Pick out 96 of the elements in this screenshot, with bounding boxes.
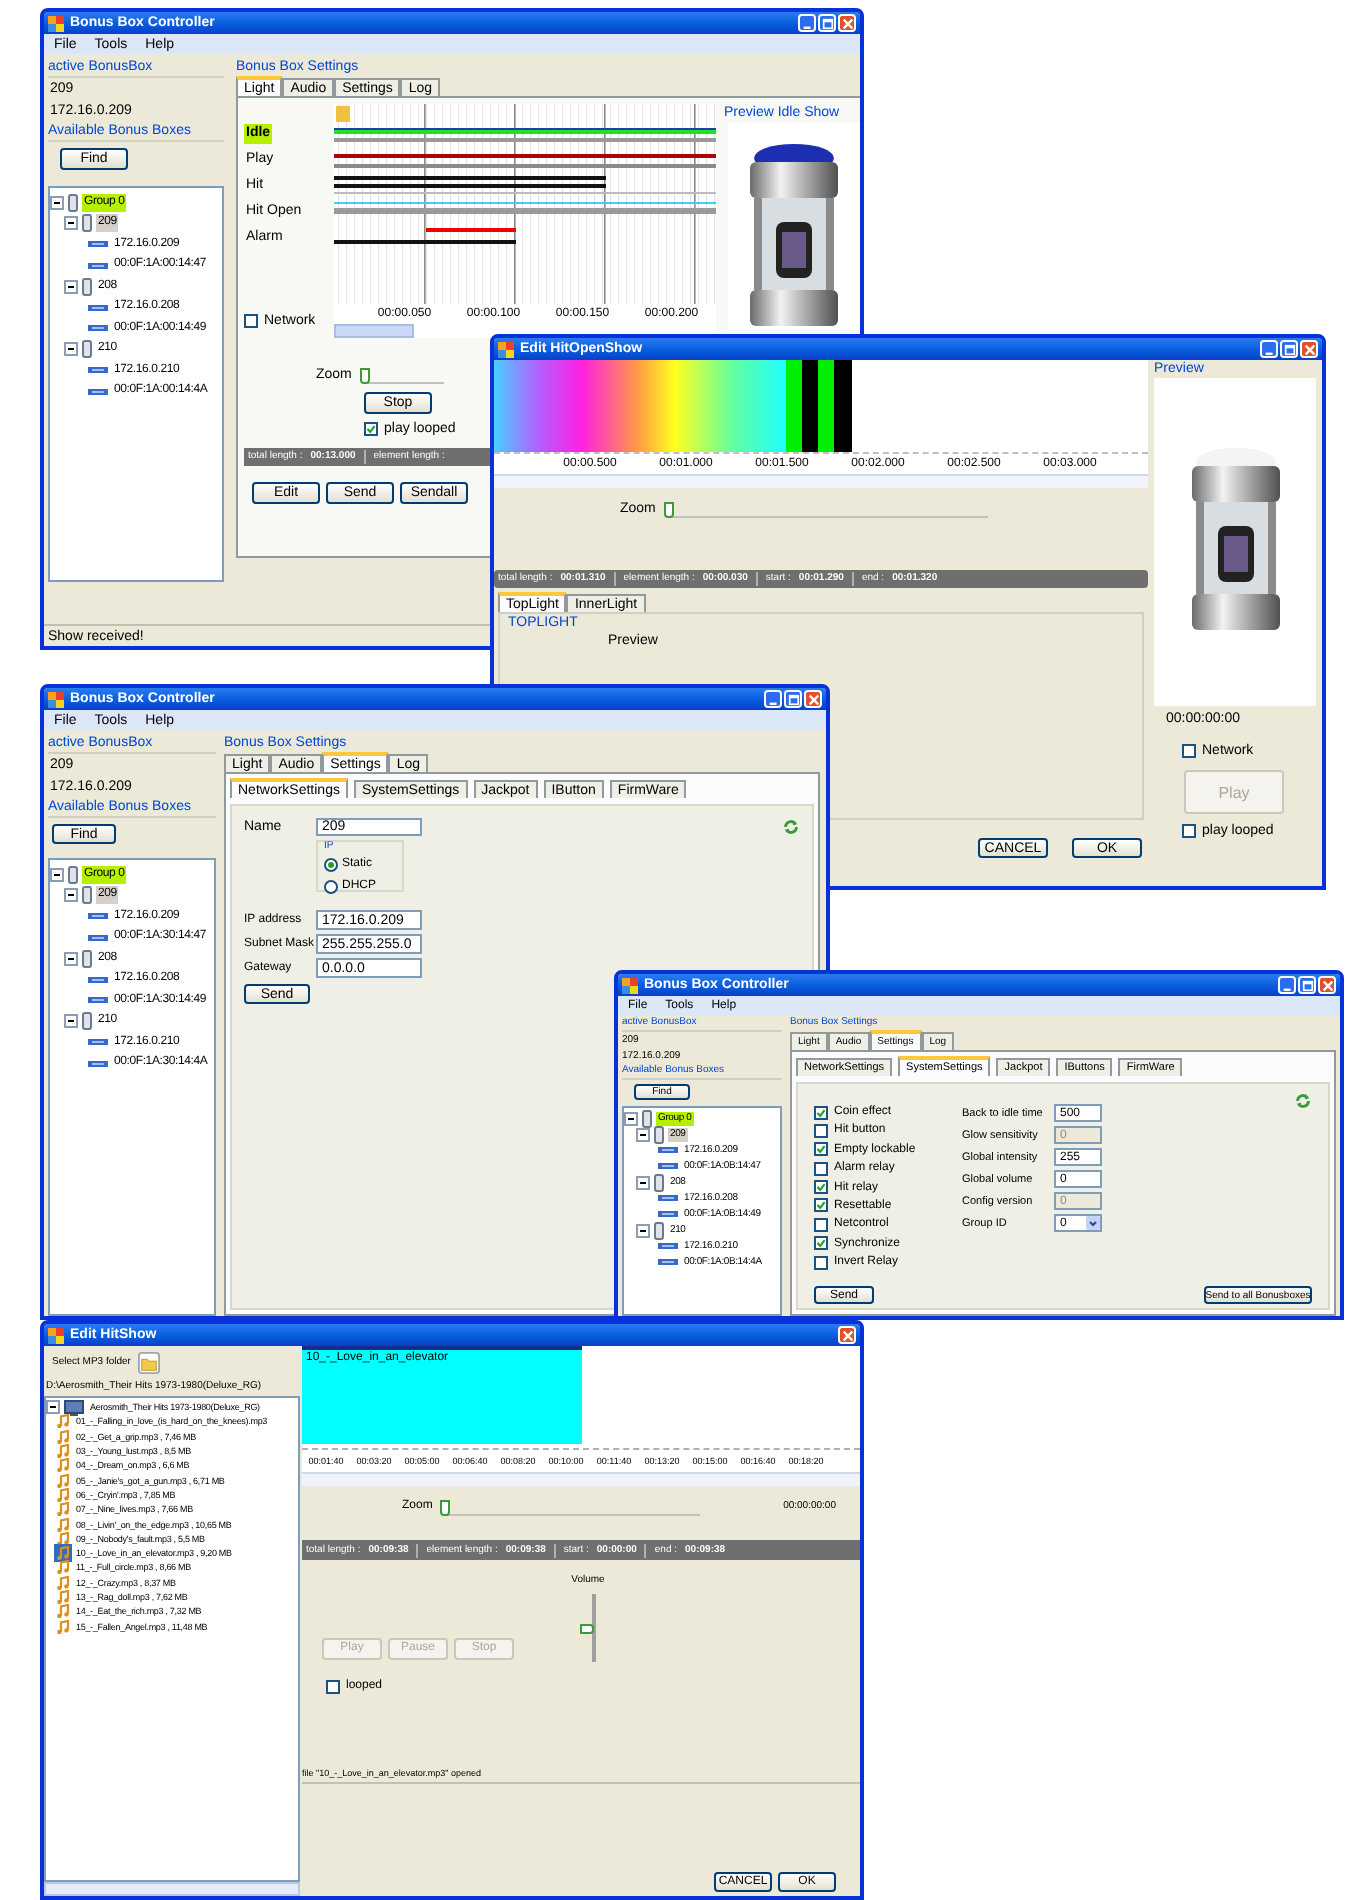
zoom-slider[interactable] — [667, 501, 988, 517]
collapse-toggle[interactable] — [64, 279, 78, 294]
minimize-button[interactable] — [1260, 340, 1278, 358]
device-icon — [654, 1221, 664, 1239]
collapse-toggle[interactable] — [636, 1223, 650, 1237]
collapse-toggle[interactable] — [64, 342, 78, 357]
collapse-toggle[interactable] — [64, 1014, 78, 1029]
scrollbar[interactable] — [334, 324, 414, 338]
scrollbar[interactable] — [494, 474, 1148, 488]
checkbox[interactable] — [814, 1236, 828, 1251]
app-icon — [622, 977, 638, 993]
refresh-icon[interactable] — [782, 818, 800, 836]
slider-thumb[interactable] — [580, 1624, 594, 1634]
checkbox[interactable] — [1182, 824, 1196, 838]
device-icon — [82, 949, 92, 968]
radio-button[interactable] — [324, 880, 338, 894]
network-icon — [658, 1194, 678, 1202]
close-button[interactable] — [838, 1326, 856, 1344]
collapse-toggle[interactable] — [50, 867, 64, 882]
radio-button[interactable] — [324, 858, 338, 872]
checkbox[interactable] — [364, 422, 378, 436]
network-icon — [88, 261, 108, 270]
network-icon — [88, 303, 108, 312]
volume-slider[interactable] — [580, 1594, 596, 1662]
network-icon — [88, 324, 108, 333]
network-icon — [88, 912, 108, 921]
checkbox[interactable] — [244, 314, 258, 329]
collapse-toggle[interactable] — [50, 195, 64, 210]
network-icon — [88, 387, 108, 396]
close-icon — [1321, 979, 1333, 991]
scrollbar[interactable] — [302, 1472, 860, 1486]
device-icon — [82, 1012, 92, 1031]
checkbox[interactable] — [814, 1142, 828, 1157]
maximize-button[interactable] — [1280, 340, 1298, 358]
checkbox[interactable] — [1182, 744, 1196, 758]
checkbox[interactable] — [814, 1161, 828, 1176]
network-icon — [88, 240, 108, 249]
collapse-toggle[interactable] — [46, 1400, 60, 1415]
app-icon — [498, 341, 514, 357]
network-icon — [658, 1210, 678, 1218]
close-button[interactable] — [838, 14, 856, 32]
maximize-icon — [1301, 979, 1313, 991]
network-icon — [658, 1146, 678, 1154]
zoom-slider[interactable] — [363, 367, 444, 383]
network-icon — [658, 1242, 678, 1250]
checkbox[interactable] — [814, 1180, 828, 1195]
checkbox[interactable] — [814, 1217, 828, 1232]
network-icon — [88, 975, 108, 984]
minimize-button[interactable] — [764, 690, 782, 708]
device-icon — [654, 1173, 664, 1191]
device-icon — [82, 340, 92, 359]
close-button[interactable] — [1300, 340, 1318, 358]
close-button[interactable] — [1318, 976, 1336, 994]
checkbox[interactable] — [814, 1123, 828, 1138]
collapse-toggle[interactable] — [636, 1175, 650, 1189]
close-icon — [841, 17, 853, 29]
caret-icon — [1086, 1216, 1100, 1230]
collapse-toggle[interactable] — [64, 888, 78, 903]
network-icon — [88, 1038, 108, 1047]
collapse-toggle[interactable] — [64, 951, 78, 966]
checkbox[interactable] — [814, 1105, 828, 1119]
close-icon — [1303, 343, 1315, 355]
computer-icon — [64, 1399, 84, 1416]
minimize-button[interactable] — [1278, 976, 1296, 994]
app-icon — [48, 15, 64, 31]
network-icon — [88, 1059, 108, 1068]
app-icon — [48, 691, 64, 707]
scrollbar[interactable] — [44, 1882, 300, 1896]
close-icon — [807, 693, 819, 705]
maximize-button[interactable] — [1298, 976, 1316, 994]
checkbox[interactable] — [326, 1680, 340, 1694]
maximize-icon — [1283, 343, 1295, 355]
network-icon — [88, 996, 108, 1005]
close-button[interactable] — [804, 690, 822, 708]
refresh-icon[interactable] — [1294, 1092, 1312, 1110]
network-icon — [658, 1162, 678, 1170]
slider-thumb[interactable] — [663, 501, 674, 517]
checkbox[interactable] — [814, 1255, 828, 1270]
maximize-button[interactable] — [818, 14, 836, 32]
slider-thumb[interactable] — [359, 367, 370, 383]
minimize-button[interactable] — [798, 14, 816, 32]
zoom-slider[interactable] — [444, 1499, 701, 1515]
close-icon — [841, 1329, 853, 1341]
maximize-icon — [787, 693, 799, 705]
collapse-toggle[interactable] — [64, 216, 78, 231]
collapse-toggle[interactable] — [624, 1111, 638, 1125]
network-icon — [88, 366, 108, 375]
app-icon — [48, 1327, 64, 1343]
network-icon — [88, 933, 108, 942]
slider-thumb[interactable] — [440, 1499, 451, 1515]
collapse-toggle[interactable] — [636, 1127, 650, 1141]
maximize-icon — [821, 17, 833, 29]
network-icon — [658, 1258, 678, 1266]
device-icon — [82, 277, 92, 296]
maximize-button[interactable] — [784, 690, 802, 708]
checkbox[interactable] — [814, 1198, 828, 1213]
